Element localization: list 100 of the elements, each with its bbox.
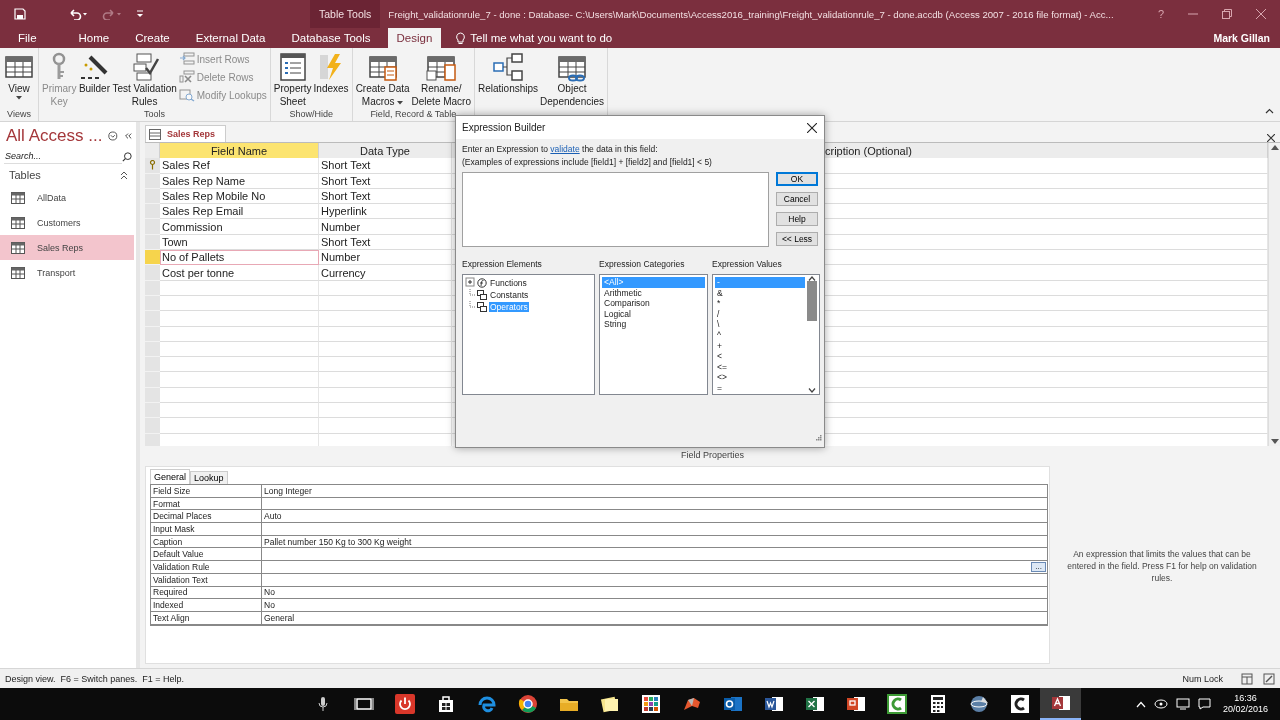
table-cell[interactable]: [319, 387, 452, 404]
property-name[interactable]: Required: [151, 586, 262, 600]
list-item[interactable]: <=: [715, 361, 805, 373]
property-name[interactable]: Input Mask: [151, 523, 262, 536]
ribbon-tab[interactable]: Create: [126, 28, 179, 48]
table-cell[interactable]: [160, 280, 319, 296]
property-value[interactable]: Long Integer: [262, 485, 1047, 498]
table-cell[interactable]: Short Text: [319, 173, 452, 189]
property-value[interactable]: No: [262, 599, 1047, 612]
list-item[interactable]: ^: [715, 329, 805, 341]
table-cell[interactable]: Cost per tonne: [160, 265, 319, 281]
table-cell[interactable]: Short Text: [319, 188, 452, 205]
column-header[interactable]: Field Name: [160, 143, 319, 159]
tree-item[interactable]: Functions: [489, 278, 528, 288]
property-name[interactable]: Validation Text: [151, 573, 262, 587]
ribbon-tab[interactable]: Design: [387, 28, 442, 48]
nav-item[interactable]: AllData: [0, 185, 134, 210]
ribbon-command[interactable]: Object Dependencies: [539, 50, 605, 109]
table-cell[interactable]: [160, 295, 319, 312]
property-name[interactable]: Validation Rule: [151, 561, 262, 574]
property-value[interactable]: No: [262, 586, 1047, 600]
list-item[interactable]: Arithmetic: [602, 287, 705, 299]
table-cell[interactable]: Commission: [160, 219, 319, 235]
table-cell[interactable]: [160, 372, 319, 388]
ribbon-command[interactable]: View: [2, 50, 36, 101]
property-name[interactable]: Caption: [151, 535, 262, 549]
list-item[interactable]: <: [715, 351, 805, 362]
list-item[interactable]: *: [715, 298, 805, 309]
table-cell[interactable]: [319, 341, 452, 358]
table-cell[interactable]: [160, 341, 319, 358]
ribbon-command[interactable]: Test Validation Rules: [111, 50, 178, 109]
table-cell[interactable]: Town: [160, 234, 319, 251]
table-cell[interactable]: Number: [319, 250, 452, 266]
table-cell[interactable]: [160, 403, 319, 419]
table-cell[interactable]: [160, 311, 319, 327]
list-item[interactable]: \: [715, 319, 805, 330]
user-name[interactable]: Mark Gillan: [1213, 32, 1280, 44]
help-link[interactable]: validate: [550, 144, 580, 154]
property-value[interactable]: Pallet number 150 Kg to 300 Kg weight: [262, 535, 1047, 549]
table-cell[interactable]: [319, 295, 452, 312]
list-item[interactable]: &: [715, 287, 805, 299]
ribbon-command[interactable]: Rename/ Delete Macro: [410, 50, 472, 109]
table-cell[interactable]: Sales Ref: [160, 158, 319, 174]
table-cell[interactable]: [319, 326, 452, 342]
property-name[interactable]: Decimal Places: [151, 510, 262, 524]
property-tab[interactable]: Lookup: [190, 471, 228, 484]
list-item[interactable]: <>: [715, 372, 805, 383]
table-cell[interactable]: [319, 418, 452, 434]
ribbon-command[interactable]: Relationships: [477, 50, 540, 97]
list-item[interactable]: Logical: [602, 308, 705, 320]
table-cell[interactable]: [319, 372, 452, 388]
column-header[interactable]: Data Type: [319, 143, 452, 159]
ribbon-command[interactable]: Property Sheet: [272, 50, 313, 109]
nav-item[interactable]: Customers: [0, 210, 134, 235]
property-name[interactable]: Format: [151, 497, 262, 511]
document-tab[interactable]: Sales Reps: [145, 125, 227, 142]
ribbon-tab[interactable]: File: [0, 28, 46, 48]
expression-field[interactable]: [462, 172, 769, 247]
table-cell[interactable]: [160, 387, 319, 404]
help-button[interactable]: ?: [1157, 8, 1164, 20]
table-cell[interactable]: [319, 403, 452, 419]
list-item[interactable]: +: [715, 340, 805, 352]
list-item[interactable]: =: [715, 382, 805, 394]
table-cell[interactable]: [319, 357, 452, 373]
ribbon-command[interactable]: Builder: [77, 50, 112, 97]
table-cell[interactable]: Hyperlink: [319, 204, 452, 220]
property-value[interactable]: General: [262, 611, 1047, 625]
ribbon-command[interactable]: Create Data Macros: [354, 50, 411, 109]
ribbon-command[interactable]: Indexes: [312, 50, 350, 97]
table-cell[interactable]: [160, 418, 319, 434]
tell-me-box[interactable]: Tell me what you want to do: [455, 28, 613, 48]
property-value[interactable]: ...: [262, 561, 1047, 574]
property-name[interactable]: Default Value: [151, 548, 262, 562]
table-cell[interactable]: Short Text: [319, 158, 452, 174]
dialog-button[interactable]: Cancel: [776, 192, 818, 206]
list-item[interactable]: String: [602, 319, 705, 330]
property-name[interactable]: Text Align: [151, 611, 262, 625]
table-cell[interactable]: [319, 280, 452, 296]
table-cell[interactable]: Currency: [319, 265, 452, 281]
nav-item[interactable]: Transport: [0, 260, 134, 285]
row-selector[interactable]: [145, 158, 160, 174]
list-item[interactable]: Comparison: [602, 298, 705, 309]
dialog-button[interactable]: << Less: [776, 232, 818, 246]
table-cell[interactable]: Sales Rep Email: [160, 204, 319, 220]
table-cell[interactable]: Sales Rep Mobile No: [160, 188, 319, 205]
builder-button[interactable]: ...: [1031, 561, 1046, 572]
section-header[interactable]: Tables: [9, 169, 41, 181]
dialog-button[interactable]: Help: [776, 212, 818, 226]
nav-item[interactable]: Sales Reps: [0, 235, 134, 260]
property-tab[interactable]: General: [150, 469, 191, 484]
pane-title[interactable]: All Access ...: [6, 126, 103, 146]
list-item[interactable]: /: [715, 308, 805, 320]
table-cell[interactable]: No of Pallets: [160, 250, 319, 266]
search-field[interactable]: Search...: [4, 149, 122, 164]
property-value[interactable]: Auto: [262, 510, 1047, 524]
close-button[interactable]: [807, 122, 817, 133]
tree-item[interactable]: Constants: [489, 290, 530, 300]
ribbon-tab[interactable]: Home: [69, 28, 119, 48]
table-cell[interactable]: Number: [319, 219, 452, 235]
property-name[interactable]: Field Size: [151, 485, 262, 498]
